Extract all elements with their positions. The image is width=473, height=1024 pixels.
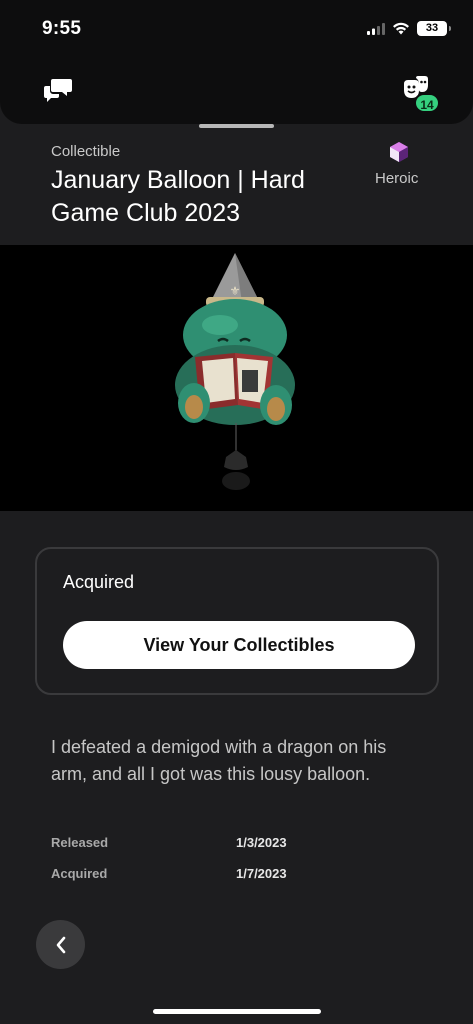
signal-icon (367, 22, 385, 35)
collectible-image-area: ⚜ (0, 245, 473, 511)
view-collectibles-button[interactable]: View Your Collectibles (63, 621, 415, 669)
chat-icon[interactable] (43, 77, 73, 103)
acquired-label: Acquired (51, 866, 108, 881)
wifi-icon (393, 22, 409, 35)
status-bar: 9:55 33 (0, 0, 473, 56)
acquired-status: Acquired (63, 572, 135, 592)
acquired-card: Acquired View Your Collectibles (35, 547, 439, 695)
svg-text:⚜: ⚜ (230, 284, 241, 298)
collectible-description: I defeated a demigod with a dragon on hi… (51, 737, 387, 784)
released-label: Released (51, 835, 109, 850)
acquired-value: 1/7/2023 (236, 866, 287, 881)
balloon-image: ⚜ (175, 253, 295, 490)
rarity-label: Heroic (375, 170, 419, 187)
heroic-cube-icon (390, 142, 408, 162)
friends-count-badge: 14 (414, 93, 440, 113)
status-time: 9:55 (42, 18, 82, 39)
collectible-type-label: Collectible (51, 143, 121, 160)
home-indicator (153, 1009, 321, 1014)
pull-handle[interactable] (199, 124, 274, 128)
battery-icon: 33 (417, 21, 451, 36)
back-button[interactable] (36, 920, 85, 969)
status-icons: 33 (367, 21, 451, 36)
page-title: January Balloon | Hard Game Club 2023 (51, 166, 305, 227)
released-value: 1/3/2023 (236, 835, 287, 850)
chevron-left-icon (56, 936, 65, 953)
